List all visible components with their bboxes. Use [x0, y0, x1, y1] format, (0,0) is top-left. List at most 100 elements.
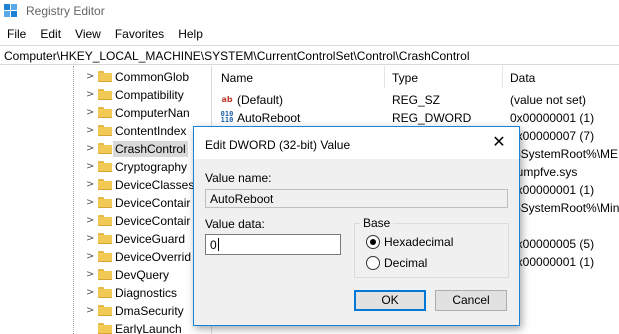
folder-icon — [98, 107, 112, 118]
menu-favorites[interactable]: Favorites — [108, 27, 171, 41]
value-type: REG_DWORD — [392, 111, 472, 125]
chevron-right-icon[interactable]: > — [86, 198, 94, 208]
value-name: (Default) — [237, 93, 284, 107]
registry-editor-app-icon — [4, 4, 18, 18]
chevron-right-icon[interactable]: > — [86, 144, 94, 154]
dialog-titlebar[interactable]: Edit DWORD (32-bit) Value ✕ — [194, 127, 519, 159]
tree-item-label: Diagnostics — [115, 286, 178, 300]
tree-item-label: DeviceContair — [115, 214, 191, 228]
tree-item-label: EarlyLaunch — [115, 322, 182, 334]
value-name: AutoReboot — [237, 111, 301, 125]
window-title: Registry Editor — [26, 4, 105, 18]
value-row[interactable]: ab (Default) REG_SZ (value not set) — [212, 91, 619, 108]
value-data: %SystemRoot%\Mini — [510, 201, 619, 215]
folder-icon — [98, 197, 112, 208]
tree-item[interactable]: > ContentIndex — [0, 122, 211, 140]
tree-item[interactable]: > Diagnostics — [0, 284, 211, 302]
value-row[interactable]: 010 110 AutoReboot REG_DWORD 0x00000001 (… — [212, 109, 619, 126]
folder-icon — [98, 125, 112, 136]
tree-item[interactable]: > DeviceOverrid — [0, 248, 211, 266]
tree-item[interactable]: > DeviceClasses — [0, 176, 211, 194]
tree-item-label: DevQuery — [115, 268, 170, 282]
hexadecimal-radio-label[interactable]: Hexadecimal — [384, 235, 453, 249]
tree-item[interactable]: > CommonGlob — [0, 68, 211, 86]
cancel-button[interactable]: Cancel — [435, 290, 507, 311]
chevron-right-icon[interactable]: > — [86, 72, 94, 82]
decimal-radio[interactable] — [366, 256, 380, 270]
folder-icon — [98, 215, 112, 226]
value-data: 0x00000001 (1) — [510, 255, 595, 269]
chevron-right-icon[interactable]: > — [86, 306, 94, 316]
tree-item-label: DeviceOverrid — [115, 250, 192, 264]
decimal-radio-label[interactable]: Decimal — [384, 256, 427, 270]
column-header-type[interactable]: Type — [392, 71, 418, 85]
text-caret — [217, 238, 219, 251]
tree-item[interactable]: > DeviceContair — [0, 194, 211, 212]
folder-icon — [98, 179, 112, 190]
folder-icon — [98, 269, 112, 280]
address-bar[interactable]: Computer\HKEY_LOCAL_MACHINE\SYSTEM\Curre… — [0, 45, 619, 65]
value-data-text: 0 — [210, 238, 217, 252]
menu-help[interactable]: Help — [171, 27, 210, 41]
chevron-right-icon[interactable]: > — [86, 252, 94, 262]
folder-icon — [98, 143, 112, 154]
chevron-right-icon[interactable]: > — [86, 90, 94, 100]
value-data: (value not set) — [510, 93, 587, 107]
key-tree[interactable]: > CommonGlob > Compatibility > ComputerN… — [0, 66, 211, 334]
menu-view[interactable]: View — [68, 27, 108, 41]
chevron-right-icon[interactable]: > — [86, 234, 94, 244]
column-divider[interactable] — [384, 66, 385, 88]
tree-item-label: ComputerNan — [115, 106, 190, 120]
value-data: 0x00000001 (1) — [510, 183, 595, 197]
folder-icon — [98, 71, 112, 82]
chevron-right-icon[interactable]: > — [86, 270, 94, 280]
string-value-icon: ab — [221, 95, 233, 104]
ok-button[interactable]: OK — [354, 290, 426, 311]
tree-item-label: Cryptography — [115, 160, 188, 174]
chevron-right-icon[interactable]: > — [86, 180, 94, 190]
chevron-right-icon[interactable]: > — [86, 126, 94, 136]
tree-item-crashcontrol[interactable]: > CrashControl — [0, 140, 211, 158]
folder-icon — [98, 287, 112, 298]
tree-item[interactable]: > ComputerNan — [0, 104, 211, 122]
value-data: %SystemRoot%\MEM — [510, 147, 619, 161]
chevron-right-icon[interactable]: > — [86, 162, 94, 172]
tree-item-label: DmaSecurity — [115, 304, 184, 318]
tree-item[interactable]: > Compatibility — [0, 86, 211, 104]
tree-item-label: ContentIndex — [115, 124, 187, 138]
column-header-data[interactable]: Data — [510, 71, 535, 85]
folder-icon — [98, 161, 112, 172]
tree-item[interactable]: > DevQuery — [0, 266, 211, 284]
close-icon[interactable]: ✕ — [479, 127, 519, 157]
folder-icon — [98, 233, 112, 244]
chevron-right-icon[interactable]: > — [86, 216, 94, 226]
value-data-input[interactable]: 0 — [205, 234, 341, 255]
tree-item[interactable]: > DmaSecurity — [0, 302, 211, 320]
folder-icon — [98, 89, 112, 100]
value-name-label: Value name: — [205, 171, 272, 185]
tree-item[interactable]: > DeviceContair — [0, 212, 211, 230]
menu-file[interactable]: File — [0, 27, 33, 41]
folder-icon — [98, 323, 112, 334]
tree-item[interactable]: > DeviceGuard — [0, 230, 211, 248]
value-data: dumpfve.sys — [510, 165, 578, 179]
value-data: 0x00000007 (7) — [510, 129, 595, 143]
value-name-field: AutoReboot — [205, 189, 508, 208]
chevron-right-icon[interactable]: > — [86, 288, 94, 298]
dword-value-icon: 010 110 — [220, 110, 234, 124]
menu-edit[interactable]: Edit — [33, 27, 68, 41]
column-header-name[interactable]: Name — [221, 71, 253, 85]
hexadecimal-radio[interactable] — [366, 235, 380, 249]
tree-item-label: CommonGlob — [115, 70, 190, 84]
column-divider[interactable] — [502, 66, 503, 88]
value-data: 0x00000005 (5) — [510, 237, 595, 251]
chevron-right-icon[interactable]: > — [86, 108, 94, 118]
value-data-label: Value data: — [205, 217, 265, 231]
tree-item[interactable]: EarlyLaunch — [0, 320, 211, 334]
tree-item[interactable]: > Cryptography — [0, 158, 211, 176]
base-group-title: Base — [360, 216, 394, 230]
folder-icon — [98, 305, 112, 316]
tree-item-label: Compatibility — [115, 88, 184, 102]
tree-item-label: DeviceClasses — [115, 178, 195, 192]
dialog-title: Edit DWORD (32-bit) Value — [205, 138, 351, 152]
